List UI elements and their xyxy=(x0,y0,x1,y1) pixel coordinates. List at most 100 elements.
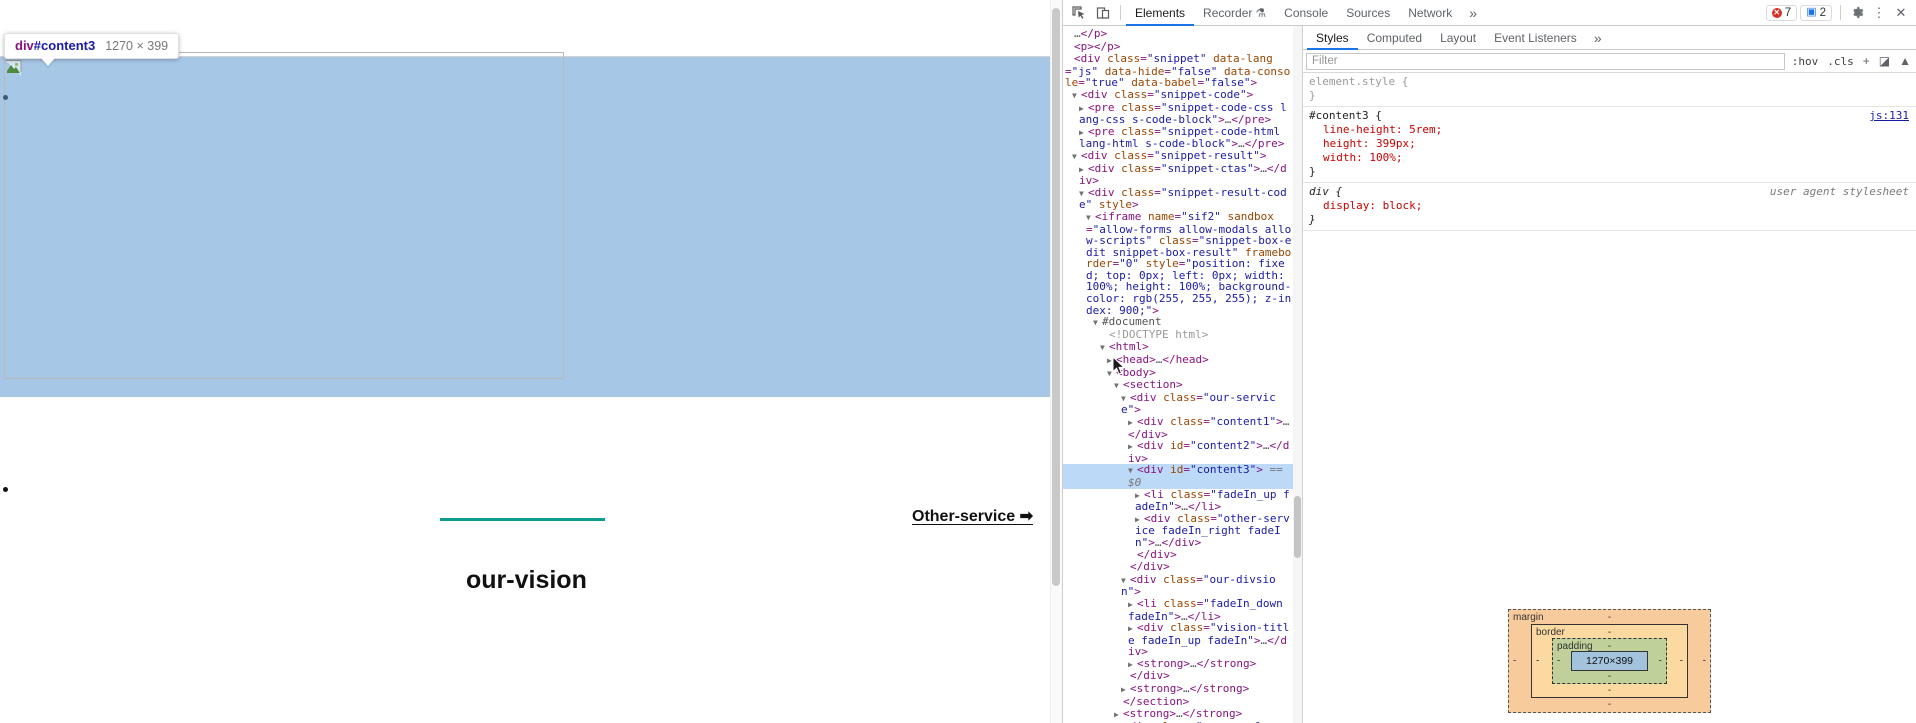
dom-node[interactable]: ▶ <strong>…</strong> xyxy=(1063,658,1302,671)
dom-token-punct: > xyxy=(1183,656,1190,670)
more-tabs-icon[interactable]: » xyxy=(1461,5,1485,21)
collapse-chevron-icon[interactable]: ▲ xyxy=(1897,54,1913,68)
tab-network[interactable]: Network xyxy=(1399,0,1461,26)
dom-node[interactable]: </div> xyxy=(1063,547,1302,562)
dom-token-punct: < xyxy=(1081,148,1088,162)
dom-node[interactable]: ▶ <div class="snippet-ctas">…</div> xyxy=(1063,161,1302,187)
margin-top-value[interactable]: - xyxy=(1509,612,1710,623)
dom-node[interactable]: <div class="snippet" data-lang="js" data… xyxy=(1063,53,1302,89)
dom-node[interactable]: ▼ <div class="our-service"> xyxy=(1063,392,1302,416)
dom-node-selected[interactable]: ▼ <div id="content3"> == $0 xyxy=(1063,464,1302,489)
css-declaration[interactable]: width: 100%; xyxy=(1309,151,1910,165)
twisty-expanded-icon[interactable]: ▼ xyxy=(1114,380,1123,392)
twisty-expanded-icon[interactable]: ▼ xyxy=(1072,90,1081,102)
dom-node[interactable]: ▶ <div id="content2">…</div> xyxy=(1063,440,1302,464)
box-model-border[interactable]: border - - - - padding - - - - 1270×399 xyxy=(1530,624,1688,698)
dom-token-tag: html xyxy=(1115,340,1143,354)
dom-node[interactable]: ▼ <iframe name="sif2" sandbox="allow-form… xyxy=(1063,211,1302,316)
dom-token-punct: = xyxy=(1147,148,1154,162)
close-icon[interactable]: ✕ xyxy=(1890,2,1912,24)
dom-tree[interactable]: …</p> <p></p> <div class="snippet" data-… xyxy=(1063,26,1302,723)
dom-node[interactable]: ▶ <li class="fadeIn_up fadeIn">…</li> xyxy=(1063,488,1302,513)
style-rule-selector[interactable]: element.style { xyxy=(1309,75,1910,89)
twisty-expanded-icon[interactable]: ▼ xyxy=(1093,317,1102,329)
dom-token-comment: <!DOCTYPE html> xyxy=(1109,327,1209,341)
box-model-margin[interactable]: margin - - - - border - - - - padding - … xyxy=(1507,609,1711,713)
padding-top-value[interactable]: - xyxy=(1553,641,1666,652)
style-rule[interactable]: element.style {} xyxy=(1303,73,1916,107)
styles-rules-list[interactable]: element.style {} js:131 #content3 {line-he… xyxy=(1303,73,1916,595)
style-rule-source-link[interactable]: js:131 xyxy=(1869,109,1909,123)
box-model-padding[interactable]: padding - - - - 1270×399 xyxy=(1551,638,1667,684)
padding-bottom-value[interactable]: - xyxy=(1553,671,1666,682)
dom-node[interactable]: ▶ <div class="content1">…</div> xyxy=(1063,416,1302,440)
error-count-badge[interactable]: ✕ 7 xyxy=(1765,4,1798,21)
tab-elements-label: Elements xyxy=(1135,5,1186,20)
devtools-panel: Elements Recorder ⚗ Console Sources Netw… xyxy=(1062,0,1916,723)
new-style-rule-button[interactable]: + xyxy=(1861,54,1872,68)
toggle-sidebar-icon[interactable]: ◪ xyxy=(1877,54,1892,68)
dom-tree-pane[interactable]: …</p> <p></p> <div class="snippet" data-… xyxy=(1063,26,1303,723)
styles-filter-input[interactable] xyxy=(1306,52,1785,70)
tab-layout[interactable]: Layout xyxy=(1431,26,1485,50)
hov-toggle-button[interactable]: :hov xyxy=(1790,55,1821,68)
tab-event-listeners[interactable]: Event Listeners xyxy=(1485,26,1586,50)
dom-token-tag: div xyxy=(1094,161,1115,175)
dom-node[interactable]: ▶ <div class="vision-title fadeIn_up fade… xyxy=(1063,622,1302,658)
padding-left-value[interactable]: - xyxy=(1557,656,1560,667)
twisty-expanded-icon[interactable]: ▼ xyxy=(1107,368,1116,380)
dom-scrollbar-track[interactable] xyxy=(1293,26,1302,723)
css-declaration[interactable]: height: 399px; xyxy=(1309,137,1910,151)
dom-node[interactable]: ▶ <pre class="snippet-code-css lang-css s… xyxy=(1063,101,1302,126)
dom-node[interactable]: <!DOCTYPE html> xyxy=(1063,329,1302,342)
css-declaration[interactable]: line-height: 5rem; xyxy=(1309,123,1910,137)
tab-layout-label: Layout xyxy=(1440,30,1477,45)
dom-node[interactable]: ▼ <div class="snippet-result-code" style> xyxy=(1063,186,1302,211)
css-declaration[interactable]: display: block; xyxy=(1309,199,1910,213)
style-rule[interactable]: js:131 #content3 {line-height: 5rem; heigh… xyxy=(1303,107,1916,183)
twisty-expanded-icon[interactable]: ▼ xyxy=(1100,342,1109,354)
styles-more-tabs-icon[interactable]: » xyxy=(1586,30,1610,46)
gear-icon[interactable] xyxy=(1846,2,1868,24)
inspect-element-icon[interactable] xyxy=(1067,2,1091,24)
cls-toggle-button[interactable]: .cls xyxy=(1825,55,1856,68)
margin-right-value[interactable]: - xyxy=(1703,656,1706,667)
margin-left-value[interactable]: - xyxy=(1513,656,1516,667)
box-model-content-size[interactable]: 1270×399 xyxy=(1570,651,1648,671)
dom-node[interactable]: ▼ <div class="our-divsion"> xyxy=(1063,573,1302,598)
dom-node[interactable]: ▶ <pre class="snippet-code-html lang-html… xyxy=(1063,125,1302,150)
tab-computed[interactable]: Computed xyxy=(1358,26,1431,50)
tab-elements[interactable]: Elements xyxy=(1126,0,1194,26)
border-right-value[interactable]: - xyxy=(1680,656,1683,667)
tab-styles[interactable]: Styles xyxy=(1307,26,1358,50)
other-service-link[interactable]: Other-service ➡ xyxy=(912,506,1033,526)
message-count-badge[interactable]: ▣ 2 xyxy=(1800,4,1832,21)
twisty-collapsed-icon[interactable]: ▶ xyxy=(1107,355,1116,367)
dom-token-punct: < xyxy=(1088,161,1095,175)
dom-token-txt: … xyxy=(1190,656,1197,670)
twisty-expanded-icon[interactable]: ▼ xyxy=(1072,151,1081,163)
dom-scrollbar-thumb[interactable] xyxy=(1294,496,1301,558)
dom-node[interactable]: ▶ <div class="other-service fadeIn_right … xyxy=(1063,511,1302,549)
dom-node[interactable]: ▶ <head>…</head> xyxy=(1063,354,1302,367)
border-top-value[interactable]: - xyxy=(1532,627,1687,638)
dom-token-attr: class xyxy=(1170,511,1211,525)
tab-console[interactable]: Console xyxy=(1275,0,1337,26)
device-toolbar-icon[interactable] xyxy=(1091,2,1115,24)
twisty-collapsed-icon[interactable]: ▶ xyxy=(1114,709,1123,721)
margin-bottom-value[interactable]: - xyxy=(1509,699,1710,710)
border-bottom-value[interactable]: - xyxy=(1532,685,1687,696)
border-left-value[interactable]: - xyxy=(1536,656,1539,667)
page-scrollbar-thumb[interactable] xyxy=(1052,8,1060,586)
dom-token-punct: > xyxy=(1170,547,1177,561)
style-rule-selector[interactable]: #content3 { xyxy=(1309,109,1910,123)
dom-token-txt: … xyxy=(1282,415,1290,428)
more-options-icon[interactable]: ⋮ xyxy=(1868,2,1890,24)
tab-recorder[interactable]: Recorder ⚗ xyxy=(1194,0,1275,26)
padding-right-value[interactable]: - xyxy=(1659,656,1662,667)
style-rule[interactable]: user agent stylesheet div {display: block… xyxy=(1303,183,1916,231)
tab-sources[interactable]: Sources xyxy=(1337,0,1399,26)
dom-node[interactable]: ▶ <li class="fadeIn_down fadeIn">…</li> xyxy=(1063,598,1302,622)
